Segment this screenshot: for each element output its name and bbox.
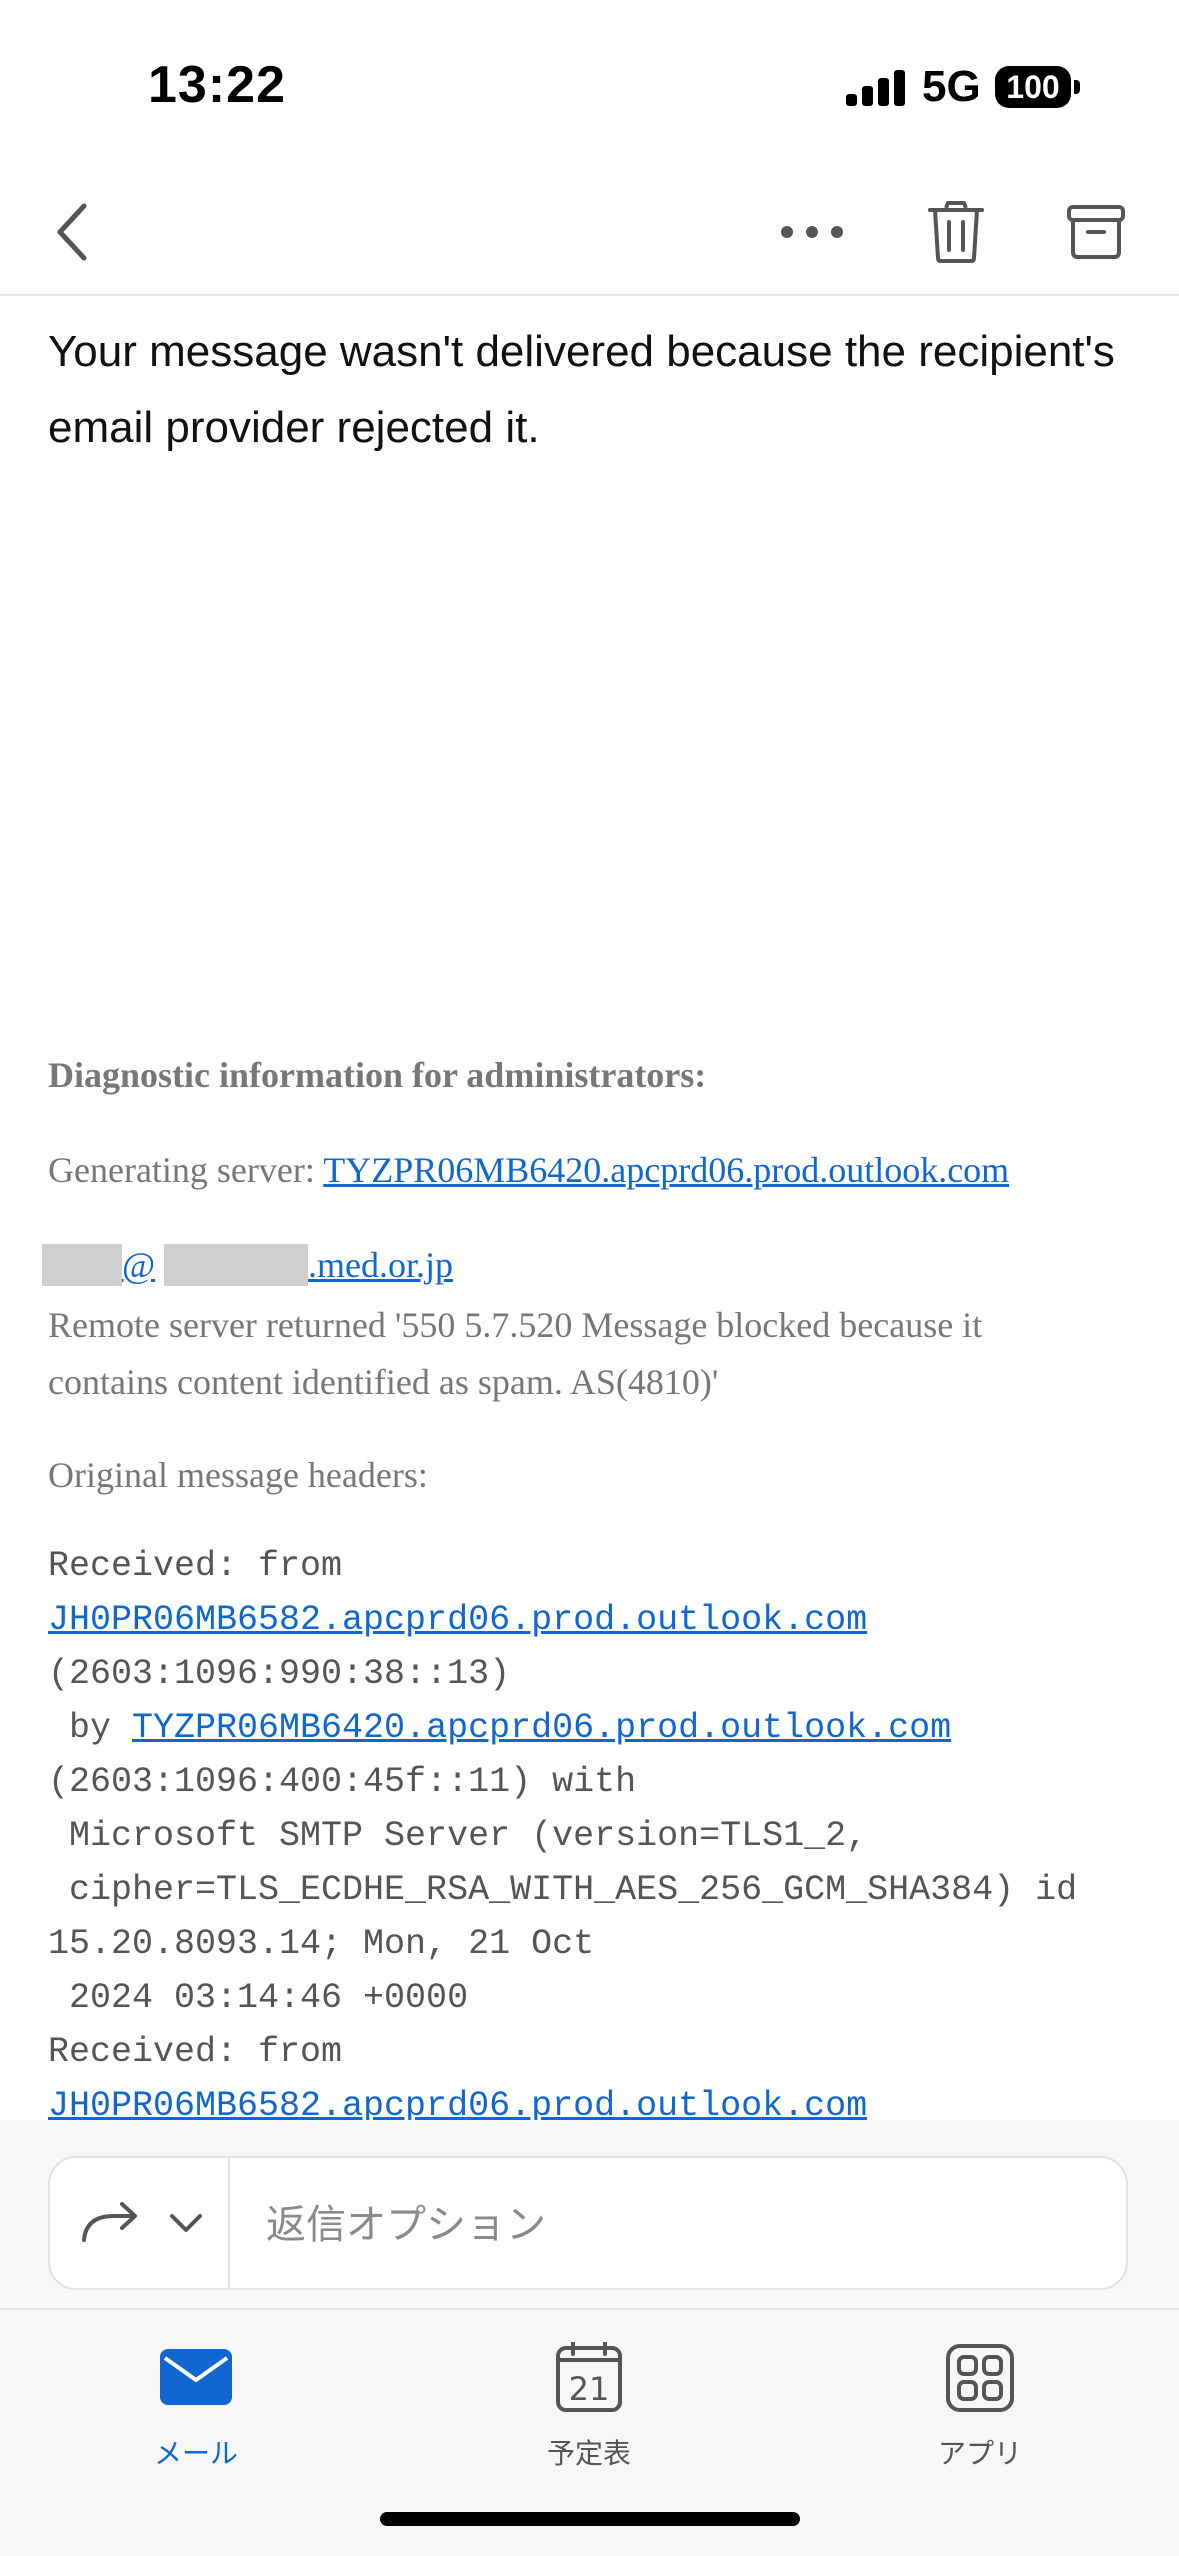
diagnostic-title: Diagnostic information for administrator… xyxy=(48,1055,707,1095)
header-by: by xyxy=(48,1708,133,1748)
tab-mail-label: メール xyxy=(153,2437,238,2470)
header-line: cipher=TLS_ECDHE_RSA_WITH_AES_256_GCM_SH… xyxy=(48,1870,1078,1910)
archive-icon xyxy=(1067,205,1125,259)
reply-options-bar[interactable]: 返信オプション xyxy=(48,2156,1128,2290)
apps-grid-icon xyxy=(946,2344,1014,2412)
reply-area: 返信オプション xyxy=(0,2120,1179,2308)
tab-calendar[interactable]: 21 予定表 xyxy=(489,2330,689,2480)
back-chevron-icon xyxy=(57,203,87,261)
status-time: 13:22 xyxy=(148,56,286,114)
reply-options-placeholder[interactable]: 返信オプション xyxy=(266,2192,546,2250)
mail-icon xyxy=(160,2349,232,2405)
remote-server-message: Remote server returned '550 5.7.520 Mess… xyxy=(48,1305,983,1402)
delivery-failure-message: Your message wasn't delivered because th… xyxy=(48,327,1115,452)
forward-arrow-icon xyxy=(82,2202,137,2242)
message-body[interactable]: Your message wasn't delivered because th… xyxy=(0,294,1179,2120)
signal-strength-icon xyxy=(846,70,908,106)
more-icon xyxy=(781,226,843,238)
reply-divider xyxy=(228,2158,230,2288)
header-link-jh0-2[interactable]: JH0PR06MB6582.apcprd06.prod.outlook.com xyxy=(48,2086,867,2120)
tab-apps-label: アプリ xyxy=(937,2437,1022,2470)
recipient-domain[interactable]: .med.or.jp xyxy=(308,1244,453,1286)
generating-server: Generating server: TYZPR06MB6420.apcprd0… xyxy=(48,1149,1009,1191)
delete-button[interactable] xyxy=(916,192,996,272)
tab-calendar-label: 予定表 xyxy=(546,2437,631,2470)
header-line: Received: from xyxy=(48,1546,343,1586)
network-type: 5G xyxy=(922,62,981,111)
header-link-tyz[interactable]: TYZPR06MB6420.apcprd06.prod.outlook.com xyxy=(132,1708,951,1748)
message-toolbar xyxy=(0,170,1179,296)
status-bar: 13:22 5G 100 xyxy=(0,0,1179,170)
back-button[interactable] xyxy=(34,192,114,272)
generating-server-label: Generating server: xyxy=(48,1150,324,1190)
header-line: 2024 03:14:46 +0000 xyxy=(48,1978,469,2018)
header-line: 15.20.8093.14; Mon, 21 Oct xyxy=(48,1924,595,1964)
original-headers-label: Original message headers: xyxy=(48,1455,428,1495)
header-line: Microsoft SMTP Server (version=TLS1_2, xyxy=(48,1816,868,1856)
calendar-day: 21 xyxy=(568,2370,610,2408)
redacted-domain-part xyxy=(164,1244,308,1286)
home-indicator[interactable] xyxy=(380,2512,800,2526)
header-line: Received: from xyxy=(48,2032,343,2072)
generating-server-link[interactable]: TYZPR06MB6420.apcprd06.prod.outlook.com xyxy=(323,1150,1009,1190)
header-line: (2603:1096:990:38::13) xyxy=(48,1654,511,1694)
battery-level: 100 xyxy=(1006,69,1060,105)
battery-nub xyxy=(1074,80,1080,94)
chevron-down-icon xyxy=(170,2214,202,2232)
tab-mail[interactable]: メール xyxy=(96,2330,296,2480)
tab-apps[interactable]: アプリ xyxy=(880,2330,1080,2480)
message-headers: Received: from JH0PR06MB6582.apcprd06.pr… xyxy=(48,1539,1168,2120)
trash-icon xyxy=(928,201,984,263)
more-options-button[interactable] xyxy=(772,192,852,272)
recipient-at[interactable]: @ xyxy=(122,1244,155,1286)
header-line: (2603:1096:400:45f::11) with xyxy=(48,1762,637,1802)
header-link-jh0[interactable]: JH0PR06MB6582.apcprd06.prod.outlook.com xyxy=(48,1600,867,1640)
redacted-local-part xyxy=(42,1244,122,1286)
archive-button[interactable] xyxy=(1056,192,1136,272)
reply-forward-button[interactable] xyxy=(80,2198,210,2248)
recipient-address[interactable]: @ .med.or.jp xyxy=(42,1244,642,1290)
battery-icon: 100 xyxy=(995,66,1071,108)
